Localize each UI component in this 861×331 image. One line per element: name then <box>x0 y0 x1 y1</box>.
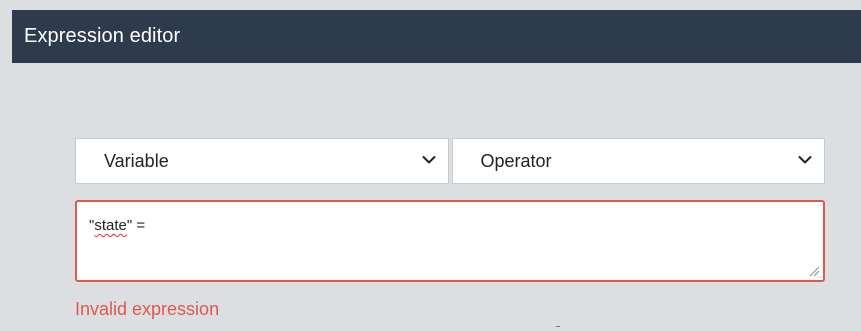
expression-textarea[interactable]: "state" = <box>75 200 825 282</box>
dialog-header: Expression editor <box>12 10 861 63</box>
spellcheck-token: state <box>94 217 127 234</box>
variable-select-value: Variable <box>104 150 169 171</box>
expression-builder-selects: Variable Operator <box>75 138 825 184</box>
expression-rest: " = <box>126 217 146 234</box>
chevron-down-icon <box>422 156 435 164</box>
resize-handle-icon[interactable] <box>808 265 820 277</box>
dialog-title: Expression editor <box>24 25 181 47</box>
chevron-down-icon <box>798 156 812 164</box>
error-message: Invalid expression <box>75 299 220 319</box>
decorative-mark <box>556 326 560 327</box>
expression-text: "state" = <box>89 217 145 234</box>
variable-select[interactable]: Variable <box>75 138 449 184</box>
operator-select-value: Operator <box>480 150 552 171</box>
operator-select[interactable]: Operator <box>451 138 825 184</box>
